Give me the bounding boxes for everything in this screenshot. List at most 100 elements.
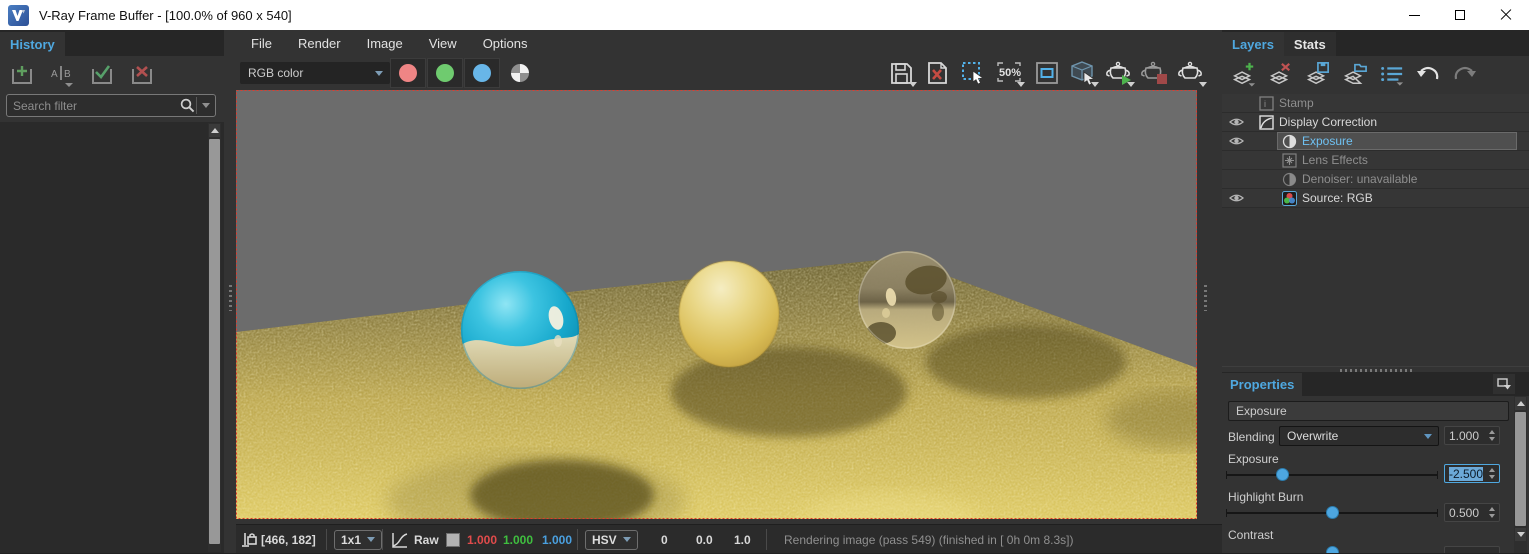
minimize-button[interactable] — [1391, 0, 1437, 30]
contrast-slider-knob[interactable] — [1326, 546, 1339, 553]
rendered-image — [236, 90, 1197, 519]
spinner-arrows-icon[interactable] — [1486, 504, 1497, 521]
history-list[interactable] — [0, 122, 224, 553]
layer-name: Lens Effects — [1302, 153, 1368, 168]
redo-button[interactable] — [1452, 60, 1478, 88]
eye-icon[interactable] — [1229, 116, 1244, 131]
scroll-up-icon[interactable] — [209, 124, 220, 137]
eye-icon[interactable] — [1229, 135, 1244, 150]
properties-scrollbar[interactable] — [1514, 396, 1527, 553]
add-layer-button[interactable] — [1230, 60, 1256, 88]
color-curve-icon[interactable] — [391, 525, 409, 554]
probe-color-swatch — [446, 525, 460, 554]
pixel-green-value: 1.000 — [503, 525, 533, 554]
history-remove-button[interactable] — [126, 60, 158, 90]
contrast-spinbox[interactable] — [1444, 546, 1500, 553]
history-tabrow: History — [0, 30, 224, 56]
denoiser-icon — [1282, 172, 1297, 190]
region-render-button[interactable] — [956, 58, 990, 88]
layer-row-exposure[interactable]: Exposure — [1222, 132, 1529, 151]
pixel-red-value: 1.000 — [467, 525, 497, 554]
mono-channel-button[interactable] — [502, 58, 538, 88]
delete-layer-button[interactable] — [1267, 60, 1293, 88]
highlight-burn-slider-knob[interactable] — [1326, 506, 1339, 519]
left-splitter[interactable] — [224, 30, 236, 553]
properties-scroll-thumb[interactable] — [1515, 412, 1526, 526]
undo-button[interactable] — [1415, 60, 1441, 88]
highlight-burn-spinbox[interactable]: 0.500 — [1444, 503, 1500, 522]
exposure-slider[interactable] — [1226, 468, 1438, 481]
history-search-box — [6, 94, 216, 117]
pixel-probe-lock-icon[interactable] — [241, 525, 257, 554]
layer-row-display-correction[interactable]: Display Correction — [1222, 113, 1529, 132]
history-compare-ab-button[interactable]: A B — [46, 60, 78, 90]
history-scroll-thumb[interactable] — [209, 139, 220, 544]
center-area: File Render Image View Options RGB color — [236, 30, 1222, 553]
highlight-burn-slider[interactable] — [1226, 506, 1438, 519]
blending-weight-spinbox[interactable]: 1.000 — [1444, 426, 1500, 445]
render-viewport[interactable] — [236, 90, 1197, 519]
history-scrollbar[interactable] — [208, 123, 221, 552]
search-options-dropdown[interactable] — [197, 103, 215, 108]
exposure-slider-knob[interactable] — [1276, 468, 1289, 481]
history-save-button[interactable] — [6, 60, 38, 90]
menu-render[interactable]: Render — [285, 30, 354, 56]
load-layers-button[interactable] — [1341, 60, 1367, 88]
red-channel-button[interactable] — [390, 58, 426, 88]
menu-image[interactable]: Image — [354, 30, 416, 56]
blending-label: Blending — [1228, 430, 1275, 444]
layer-row-source-rgb[interactable]: Source: RGB — [1222, 189, 1529, 208]
statusbar-divider — [382, 529, 383, 550]
layer-name: Source: RGB — [1302, 191, 1373, 206]
channel-selector-dropdown[interactable]: RGB color — [240, 62, 390, 84]
exposure-spinbox[interactable]: -2.500 — [1444, 464, 1500, 483]
color-model-dropdown[interactable]: HSV — [585, 525, 638, 554]
tab-layers[interactable]: Layers — [1222, 32, 1284, 56]
lens-effects-icon — [1282, 153, 1297, 171]
pixel-scale-dropdown[interactable]: 1x1 — [334, 525, 382, 554]
render-button[interactable] — [1102, 58, 1136, 88]
layer-list-menu-button[interactable] — [1378, 60, 1404, 88]
search-icon — [179, 97, 196, 114]
layer-row-denoiser[interactable]: Denoiser: unavailable — [1222, 170, 1529, 189]
tab-properties[interactable]: Properties — [1222, 373, 1302, 396]
hsv-v-value: 1.0 — [734, 525, 751, 554]
properties-menu-button[interactable] — [1493, 374, 1515, 394]
tab-stats[interactable]: Stats — [1284, 32, 1336, 56]
highlight-burn-value: 0.500 — [1449, 506, 1479, 520]
save-layers-button[interactable] — [1304, 60, 1330, 88]
search-input[interactable] — [7, 99, 179, 113]
zoom-level-button[interactable]: 50% — [992, 58, 1026, 88]
green-channel-button[interactable] — [427, 58, 463, 88]
tab-history[interactable]: History — [0, 32, 65, 56]
layer-row-stamp[interactable]: i Stamp — [1222, 94, 1529, 113]
spinner-arrows-icon[interactable] — [1486, 427, 1497, 444]
scroll-up-icon[interactable] — [1515, 397, 1526, 410]
menu-options[interactable]: Options — [470, 30, 541, 56]
scroll-down-icon[interactable] — [1515, 528, 1526, 541]
stop-render-button[interactable] — [1138, 58, 1172, 88]
contrast-slider[interactable] — [1226, 546, 1438, 553]
history-set-button[interactable] — [86, 60, 118, 90]
contrast-label: Contrast — [1228, 528, 1273, 542]
isolate-select-button[interactable] — [1066, 58, 1100, 88]
clear-image-button[interactable] — [920, 58, 954, 88]
layer-name-field[interactable]: Exposure — [1228, 401, 1509, 421]
spinner-arrows-icon[interactable] — [1486, 465, 1497, 482]
highlight-burn-label: Highlight Burn — [1228, 490, 1303, 504]
properties-content: Exposure Blending Overwrite 1.000 Exposu… — [1222, 396, 1529, 553]
blending-dropdown[interactable]: Overwrite — [1279, 426, 1439, 446]
menu-file[interactable]: File — [238, 30, 285, 56]
eye-icon[interactable] — [1229, 192, 1244, 207]
blue-channel-button[interactable] — [464, 58, 500, 88]
close-button[interactable] — [1483, 0, 1529, 30]
maximize-button[interactable] — [1437, 0, 1483, 30]
clear-image-icon — [924, 60, 950, 86]
layer-row-lens-effects[interactable]: Lens Effects — [1222, 151, 1529, 170]
fit-to-window-button[interactable] — [1030, 58, 1064, 88]
layer-name: Stamp — [1279, 96, 1314, 111]
save-image-button[interactable] — [884, 58, 918, 88]
menu-view[interactable]: View — [416, 30, 470, 56]
blending-value: Overwrite — [1287, 429, 1338, 443]
right-splitter[interactable] — [1200, 30, 1210, 553]
